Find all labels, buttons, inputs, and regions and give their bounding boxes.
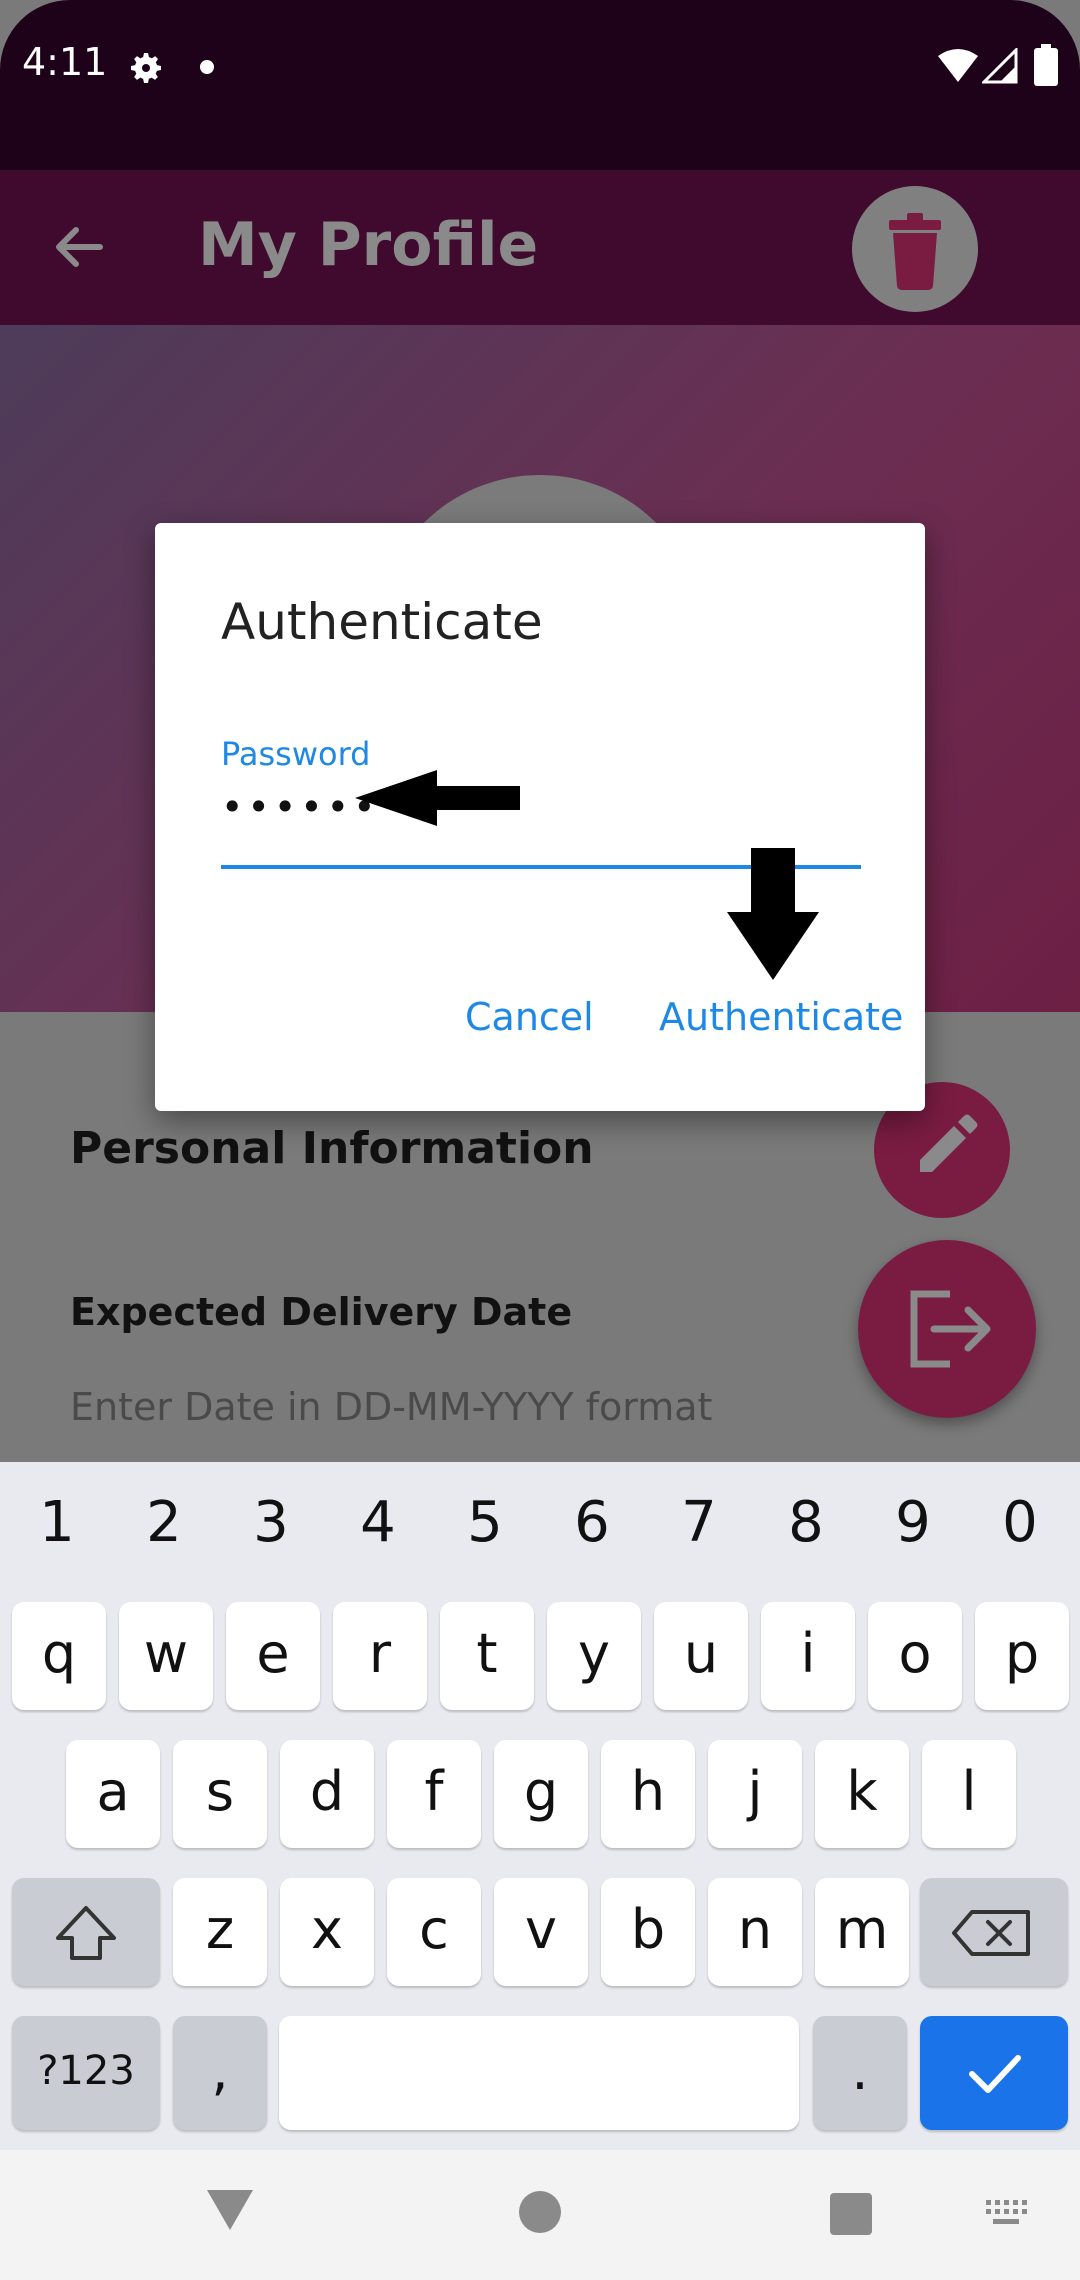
delivery-date-label: Expected Delivery Date <box>70 1290 573 1334</box>
dot-icon <box>200 60 214 74</box>
enter-key[interactable] <box>920 2016 1068 2130</box>
signal-icon <box>982 48 1018 84</box>
key-7[interactable]: 7 <box>659 1490 739 1555</box>
key-2[interactable]: 2 <box>124 1490 204 1555</box>
trash-icon <box>889 213 941 290</box>
key-x[interactable]: x <box>280 1878 374 1986</box>
authenticate-dialog: Authenticate Password •••••• Cancel Auth… <box>155 523 925 1111</box>
section-title: Personal Information <box>70 1123 594 1174</box>
key-q[interactable]: q <box>12 1602 106 1710</box>
delivery-date-input[interactable]: Enter Date in DD-MM-YYYY format <box>70 1385 712 1429</box>
key-l[interactable]: l <box>922 1740 1016 1848</box>
key-f[interactable]: f <box>387 1740 481 1848</box>
key-s[interactable]: s <box>173 1740 267 1848</box>
key-u[interactable]: u <box>654 1602 748 1710</box>
key-y[interactable]: y <box>547 1602 641 1710</box>
key-6[interactable]: 6 <box>552 1490 632 1555</box>
key-o[interactable]: o <box>868 1602 962 1710</box>
dialog-title: Authenticate <box>221 593 543 651</box>
page-title: My Profile <box>198 210 539 280</box>
key-k[interactable]: k <box>815 1740 909 1848</box>
key-e[interactable]: e <box>226 1602 320 1710</box>
key-m[interactable]: m <box>815 1878 909 1986</box>
key-w[interactable]: w <box>119 1602 213 1710</box>
key-5[interactable]: 5 <box>445 1490 525 1555</box>
period-key[interactable]: . <box>813 2016 907 2130</box>
key-n[interactable]: n <box>708 1878 802 1986</box>
battery-icon <box>1034 44 1058 86</box>
key-i[interactable]: i <box>761 1602 855 1710</box>
key-4[interactable]: 4 <box>338 1490 418 1555</box>
logout-icon <box>910 1290 991 1368</box>
key-1[interactable]: 1 <box>17 1490 97 1555</box>
cancel-button[interactable]: Cancel <box>465 995 594 1039</box>
wifi-icon <box>938 49 978 82</box>
backspace-key[interactable] <box>920 1878 1068 1986</box>
shift-icon <box>56 1906 116 1960</box>
key-t[interactable]: t <box>440 1602 534 1710</box>
delete-button[interactable] <box>852 186 978 312</box>
key-8[interactable]: 8 <box>766 1490 846 1555</box>
settings-icon <box>131 53 161 84</box>
logout-button[interactable] <box>858 1240 1036 1418</box>
key-h[interactable]: h <box>601 1740 695 1848</box>
key-j[interactable]: j <box>708 1740 802 1848</box>
key-g[interactable]: g <box>494 1740 588 1848</box>
key-b[interactable]: b <box>601 1878 695 1986</box>
key-9[interactable]: 9 <box>873 1490 953 1555</box>
symbols-key[interactable]: ?123 <box>12 2016 160 2130</box>
backspace-icon <box>952 1910 1030 1956</box>
key-r[interactable]: r <box>333 1602 427 1710</box>
nav-recents-icon[interactable] <box>830 2193 872 2235</box>
status-time: 4:11 <box>22 40 108 84</box>
key-z[interactable]: z <box>173 1878 267 1986</box>
key-3[interactable]: 3 <box>231 1490 311 1555</box>
key-c[interactable]: c <box>387 1878 481 1986</box>
checkmark-icon <box>969 2055 1021 2093</box>
space-key[interactable] <box>279 2016 799 2130</box>
nav-back-icon[interactable] <box>205 2188 255 2232</box>
key-a[interactable]: a <box>66 1740 160 1848</box>
keyboard-switch-icon[interactable] <box>984 2198 1028 2228</box>
key-d[interactable]: d <box>280 1740 374 1848</box>
key-0[interactable]: 0 <box>980 1490 1060 1555</box>
key-v[interactable]: v <box>494 1878 588 1986</box>
authenticate-button[interactable]: Authenticate <box>659 995 903 1039</box>
arrow-left-icon <box>355 770 520 826</box>
nav-home-icon[interactable] <box>519 2191 561 2233</box>
password-label: Password <box>221 735 371 773</box>
arrow-down-icon <box>727 848 819 980</box>
back-arrow-icon[interactable] <box>50 222 106 272</box>
comma-key[interactable]: , <box>173 2016 267 2130</box>
key-p[interactable]: p <box>975 1602 1069 1710</box>
shift-key[interactable] <box>12 1878 160 1986</box>
